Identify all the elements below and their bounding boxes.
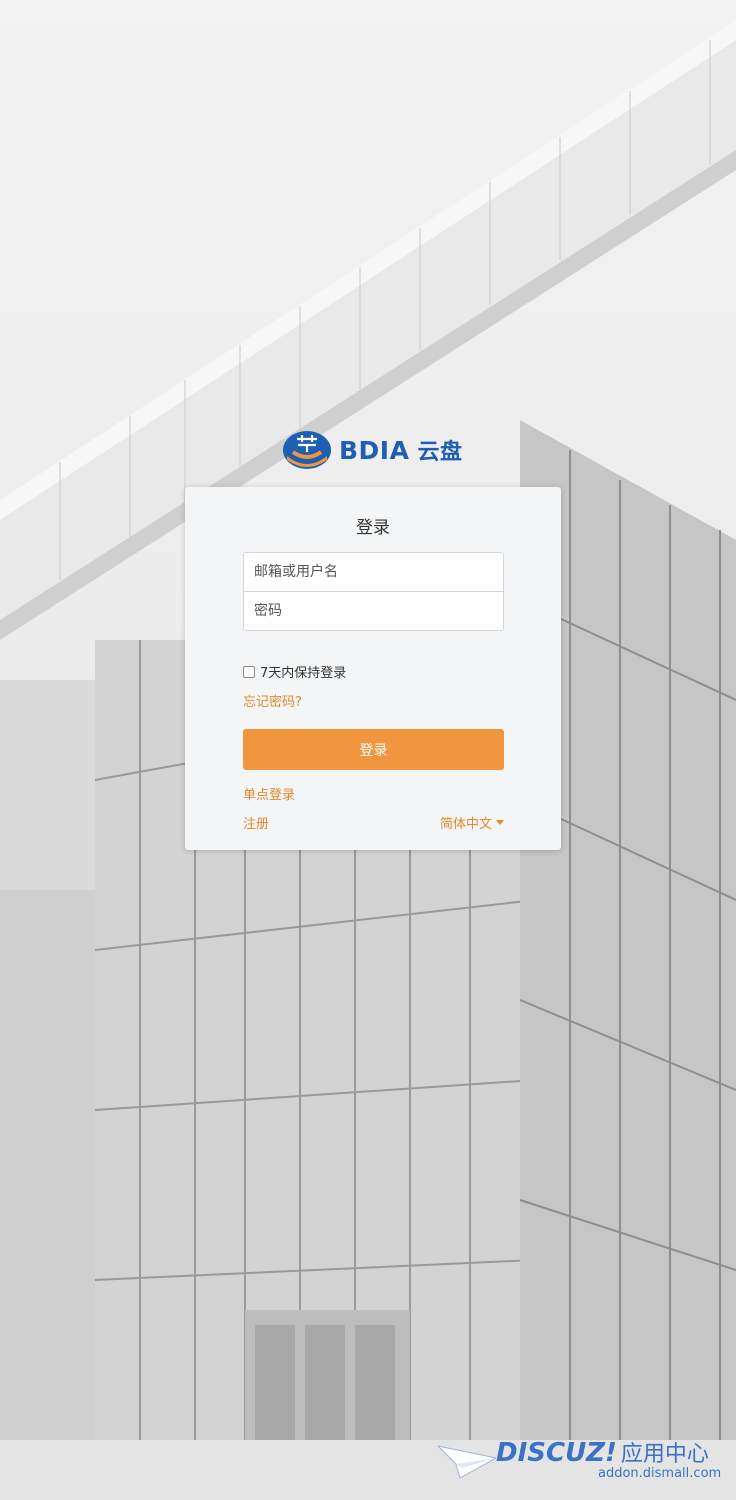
remember-me[interactable]: 7天内保持登录: [243, 662, 346, 681]
login-card: 登录 7天内保持登录 忘记密码? 登录 单点登录 注册 简体中文: [185, 487, 561, 850]
remember-label: 7天内保持登录: [260, 666, 347, 681]
product-name: 云盘: [417, 440, 463, 465]
watermark-cn: 应用中心: [620, 1442, 709, 1467]
paper-plane-icon: [438, 1445, 496, 1478]
username-input[interactable]: [243, 552, 504, 592]
watermark-url: addon.dismall.com: [598, 1466, 722, 1481]
password-input[interactable]: [243, 591, 504, 631]
caret-down-icon: [496, 820, 504, 825]
register-link[interactable]: 注册: [243, 813, 269, 832]
discuz-watermark: DISCUZ! 应用中心 addon.dismall.com: [438, 1436, 728, 1488]
watermark-title: DISCUZ! 应用中心: [496, 1436, 709, 1468]
language-selector[interactable]: 简体中文: [440, 813, 504, 832]
credentials-group: [243, 552, 504, 631]
sso-login-link[interactable]: 单点登录: [243, 784, 295, 803]
bdia-logo: BDIA 云盘: [281, 428, 471, 472]
remember-checkbox[interactable]: [243, 665, 255, 678]
language-label: 简体中文: [439, 817, 492, 832]
login-button[interactable]: 登录: [243, 729, 504, 770]
bdia-logo-icon: [283, 431, 331, 469]
brand-text: BDIA: [339, 436, 410, 465]
login-title: 登录: [356, 518, 390, 538]
forgot-password-link[interactable]: 忘记密码?: [243, 691, 302, 710]
watermark-brand: DISCUZ!: [496, 1438, 617, 1468]
brand-name: BDIA 云盘: [339, 434, 462, 466]
login-page: BDIA云盘 登录 7天内保持登录 忘记密码? 登录 单点登录 注册 简体中文 …: [0, 0, 736, 1500]
